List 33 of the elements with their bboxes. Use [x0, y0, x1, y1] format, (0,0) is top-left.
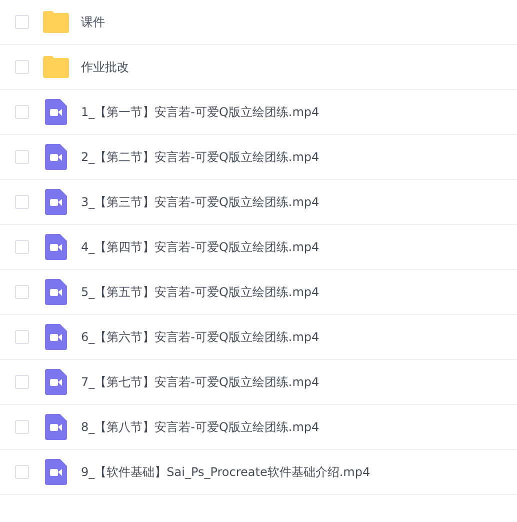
file-name[interactable]: 6_【第六节】安言若-可爱Q版立绘团练.mp4 [81, 328, 320, 346]
file-name[interactable]: 9_【软件基础】Sai_Ps_Procreate软件基础介绍.mp4 [81, 464, 370, 480]
folder-icon [43, 11, 69, 33]
checkbox[interactable] [15, 285, 29, 299]
video-file-icon [43, 144, 69, 170]
checkbox[interactable] [15, 330, 29, 344]
checkbox[interactable] [15, 195, 29, 209]
checkbox[interactable] [15, 375, 29, 389]
video-file-icon [43, 369, 69, 395]
video-file-icon [43, 324, 69, 350]
checkbox[interactable] [15, 420, 29, 434]
file-name[interactable]: 3_【第三节】安言若-可爱Q版立绘团练.mp4 [81, 194, 320, 210]
video-file-icon [43, 234, 69, 260]
video-file-icon [43, 414, 69, 440]
file-name[interactable]: 课件 [81, 14, 105, 30]
video-file-icon [43, 189, 69, 215]
file-name[interactable]: 作业批改 [81, 58, 129, 76]
video-file-icon [43, 99, 69, 125]
video-file-icon [43, 279, 69, 305]
checkbox[interactable] [15, 15, 29, 29]
file-name[interactable]: 7_【第七节】安言若-可爱Q版立绘团练.mp4 [81, 374, 320, 390]
checkbox[interactable] [15, 60, 29, 74]
file-name[interactable]: 2_【第二节】安言若-可爱Q版立绘团练.mp4 [81, 148, 320, 166]
file-name[interactable]: 8_【第八节】安言若-可爱Q版立绘团练.mp4 [81, 418, 320, 436]
checkbox[interactable] [15, 240, 29, 254]
checkbox[interactable] [15, 150, 29, 164]
file-name[interactable]: 4_【第四节】安言若-可爱Q版立绘团练.mp4 [81, 238, 320, 256]
checkbox[interactable] [15, 465, 29, 479]
file-name[interactable]: 5_【第五节】安言若-可爱Q版立绘团练.mp4 [81, 284, 320, 300]
file-name[interactable]: 1_【第一节】安言若-可爱Q版立绘团练.mp4 [81, 104, 320, 120]
folder-icon [43, 56, 69, 78]
checkbox[interactable] [15, 105, 29, 119]
video-file-icon [43, 459, 69, 485]
